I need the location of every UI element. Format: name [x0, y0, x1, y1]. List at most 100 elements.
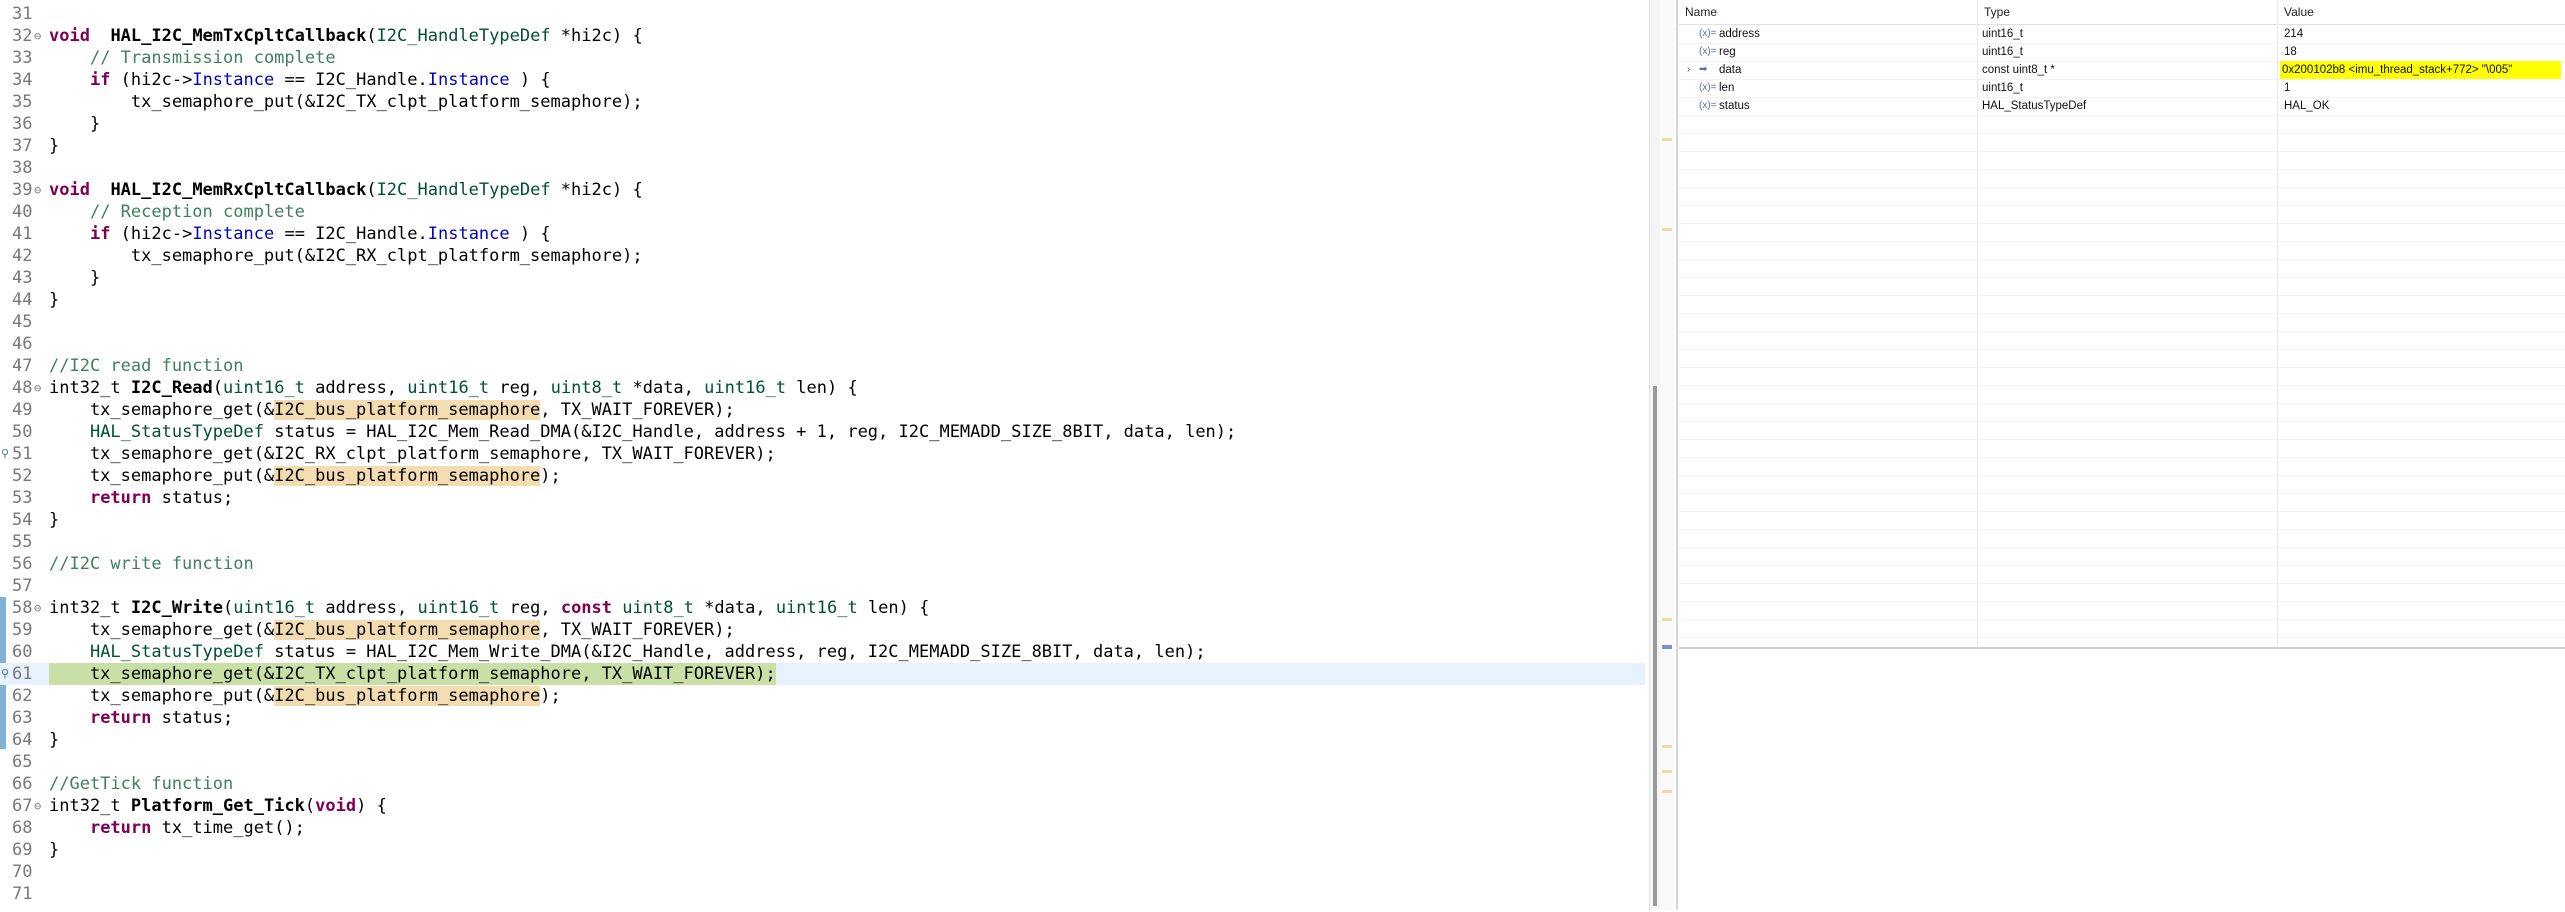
code-line[interactable]: 33 // Transmission complete: [0, 47, 1645, 69]
detail-pane[interactable]: [1679, 647, 2565, 912]
fold-toggle-icon[interactable]: ⊖: [34, 597, 41, 619]
code-line[interactable]: 39 ⊖ void HAL_I2C_MemRxCpltCallback(I2C_Ha…: [0, 179, 1645, 201]
variables-header: Name Type Value: [1679, 0, 2565, 25]
fold-toggle-icon[interactable]: ⊖: [34, 795, 41, 817]
code-line[interactable]: 37}: [0, 135, 1645, 157]
code-line[interactable]: 47 //I2C read function: [0, 355, 1645, 377]
line-number: 61: [12, 664, 33, 684]
code-line[interactable]: 40 // Reception complete: [0, 201, 1645, 223]
code-token: *hi2c) {: [550, 26, 643, 46]
variable-value[interactable]: HAL_OK: [2282, 97, 2333, 115]
code-line[interactable]: 70: [0, 861, 1645, 883]
fold-toggle-icon[interactable]: ⊖: [34, 25, 41, 47]
code-line[interactable]: 67 ⊖ int32_t Platform_Get_Tick(void) {: [0, 795, 1645, 817]
variable-type: uint16_t: [1982, 28, 2023, 40]
code-token: }: [49, 114, 101, 134]
editor-scrollbar-thumb[interactable]: [1653, 386, 1657, 906]
variable-value[interactable]: 0x200102b8 <imu_thread_stack+772> "\005": [2280, 61, 2561, 79]
code-line[interactable]: 64}: [0, 729, 1645, 751]
variable-value[interactable]: 18: [2282, 43, 2301, 61]
code-line[interactable]: 42 tx_semaphore_put(&I2C_RX_clpt_platfor…: [0, 245, 1645, 267]
code-line[interactable]: 61 ⚲ tx_semaphore_get(&I2C_TX_clpt_platfo…: [0, 663, 1645, 685]
line-number: 57: [12, 576, 33, 596]
variable-value[interactable]: 1: [2282, 79, 2294, 97]
code-token: Platform_Get_Tick: [130, 796, 305, 816]
code-line[interactable]: 54}: [0, 509, 1645, 531]
code-token: *data,: [693, 598, 776, 618]
code-line[interactable]: 38: [0, 157, 1645, 179]
breakpoint-icon[interactable]: ⚲: [1, 443, 9, 465]
code-token: status = HAL_I2C_Mem_Read_DMA(&I2C_Handl…: [263, 422, 1237, 442]
code-line[interactable]: 71: [0, 883, 1645, 905]
variable-icon: (x)=: [1699, 100, 1717, 111]
code-line[interactable]: 53 return status;: [0, 487, 1645, 509]
code-token: , TX_WAIT_FOREVER);: [540, 620, 735, 640]
pane-divider[interactable]: [1676, 0, 1678, 910]
code-line[interactable]: 32 ⊖ void HAL_I2C_MemTxCpltCallback(I2C_Ha…: [0, 25, 1645, 47]
code-line[interactable]: 66 //GetTick function: [0, 773, 1645, 795]
code-token: }: [49, 268, 101, 288]
variable-row[interactable]: (x)= address uint16_t 214: [1679, 25, 2565, 44]
name-column-header[interactable]: Name: [1685, 5, 1717, 19]
code-token: I2C_bus_platform_semaphore: [274, 686, 541, 706]
code-line[interactable]: 48 ⊖ int32_t I2C_Read(uint16_t address, ui…: [0, 377, 1645, 399]
code-line[interactable]: 62 tx_semaphore_put(&I2C_bus_platform_se…: [0, 685, 1645, 707]
fold-toggle-icon[interactable]: ⊖: [34, 377, 41, 399]
code-line[interactable]: 52 tx_semaphore_put(&I2C_bus_platform_se…: [0, 465, 1645, 487]
code-line[interactable]: 59 tx_semaphore_get(&I2C_bus_platform_se…: [0, 619, 1645, 641]
code-token: *data,: [622, 378, 705, 398]
code-line[interactable]: 31: [0, 3, 1645, 25]
overview-ruler: [1660, 0, 1674, 910]
code-token: // Reception complete: [89, 202, 305, 222]
empty-row: [1679, 547, 2565, 566]
variable-name: reg: [1719, 46, 1736, 58]
code-line[interactable]: 69}: [0, 839, 1645, 861]
code-token: Instance: [427, 70, 510, 90]
code-line[interactable]: 51 ⚲ tx_semaphore_get(&I2C_RX_clpt_platfo…: [0, 443, 1645, 465]
code-text: //I2C read function: [49, 355, 243, 377]
code-line[interactable]: 56 //I2C write function: [0, 553, 1645, 575]
code-line[interactable]: 43 }: [0, 267, 1645, 289]
line-number: 35: [12, 92, 33, 112]
variable-row[interactable]: (x)= len uint16_t 1: [1679, 79, 2565, 98]
variable-row[interactable]: (x)= reg uint16_t 18: [1679, 43, 2565, 62]
code-line[interactable]: 36 }: [0, 113, 1645, 135]
code-line[interactable]: 44}: [0, 289, 1645, 311]
code-line[interactable]: 41 if (hi2c->Instance == I2C_Handle.Inst…: [0, 223, 1645, 245]
code-line[interactable]: 34 if (hi2c->Instance == I2C_Handle.Inst…: [0, 69, 1645, 91]
code-editor[interactable]: 31 32 ⊖ void HAL_I2C_MemTxCpltCallback(I2C_…: [0, 0, 1645, 910]
code-token: uint16_t: [233, 598, 316, 618]
code-token: (: [223, 598, 234, 618]
variable-row[interactable]: › ➡ data const uint8_t * 0x200102b8 <imu_thr…: [1679, 61, 2565, 80]
overview-mark: [1662, 790, 1672, 793]
empty-row: [1679, 421, 2565, 440]
code-token: reg,: [499, 598, 561, 618]
code-line[interactable]: 60 HAL_StatusTypeDef status = HAL_I2C_Me…: [0, 641, 1645, 663]
code-line[interactable]: 46: [0, 333, 1645, 355]
code-line[interactable]: 57: [0, 575, 1645, 597]
code-line[interactable]: 68 return tx_time_get();: [0, 817, 1645, 839]
code-line[interactable]: 50 HAL_StatusTypeDef status = HAL_I2C_Me…: [0, 421, 1645, 443]
code-line[interactable]: 35 tx_semaphore_put(&I2C_TX_clpt_platfor…: [0, 91, 1645, 113]
variable-row[interactable]: (x)= status HAL_StatusTypeDef HAL_OK: [1679, 97, 2565, 116]
type-column-header[interactable]: Type: [1984, 5, 2010, 19]
code-line[interactable]: 55: [0, 531, 1645, 553]
line-number: 47: [12, 356, 33, 376]
expand-arrow-icon[interactable]: ›: [1687, 61, 1690, 79]
code-text: void HAL_I2C_MemRxCpltCallback(I2C_Handl…: [49, 179, 643, 201]
fold-toggle-icon[interactable]: ⊖: [34, 179, 41, 201]
code-line[interactable]: 65: [0, 751, 1645, 773]
value-column-header[interactable]: Value: [2284, 5, 2314, 19]
code-line[interactable]: 58 ⊖ int32_t I2C_Write(uint16_t address, u…: [0, 597, 1645, 619]
overview-mark: [1662, 228, 1672, 231]
breakpoint-icon[interactable]: ⚲: [1, 663, 9, 685]
code-token: return: [89, 818, 152, 838]
code-line[interactable]: 63 return status;: [0, 707, 1645, 729]
variable-value[interactable]: 214: [2282, 25, 2307, 43]
code-token: HAL_I2C_MemRxCpltCallback: [110, 180, 367, 200]
code-line[interactable]: 45: [0, 311, 1645, 333]
overview-mark: [1662, 745, 1672, 748]
code-line[interactable]: 49 tx_semaphore_get(&I2C_bus_platform_se…: [0, 399, 1645, 421]
